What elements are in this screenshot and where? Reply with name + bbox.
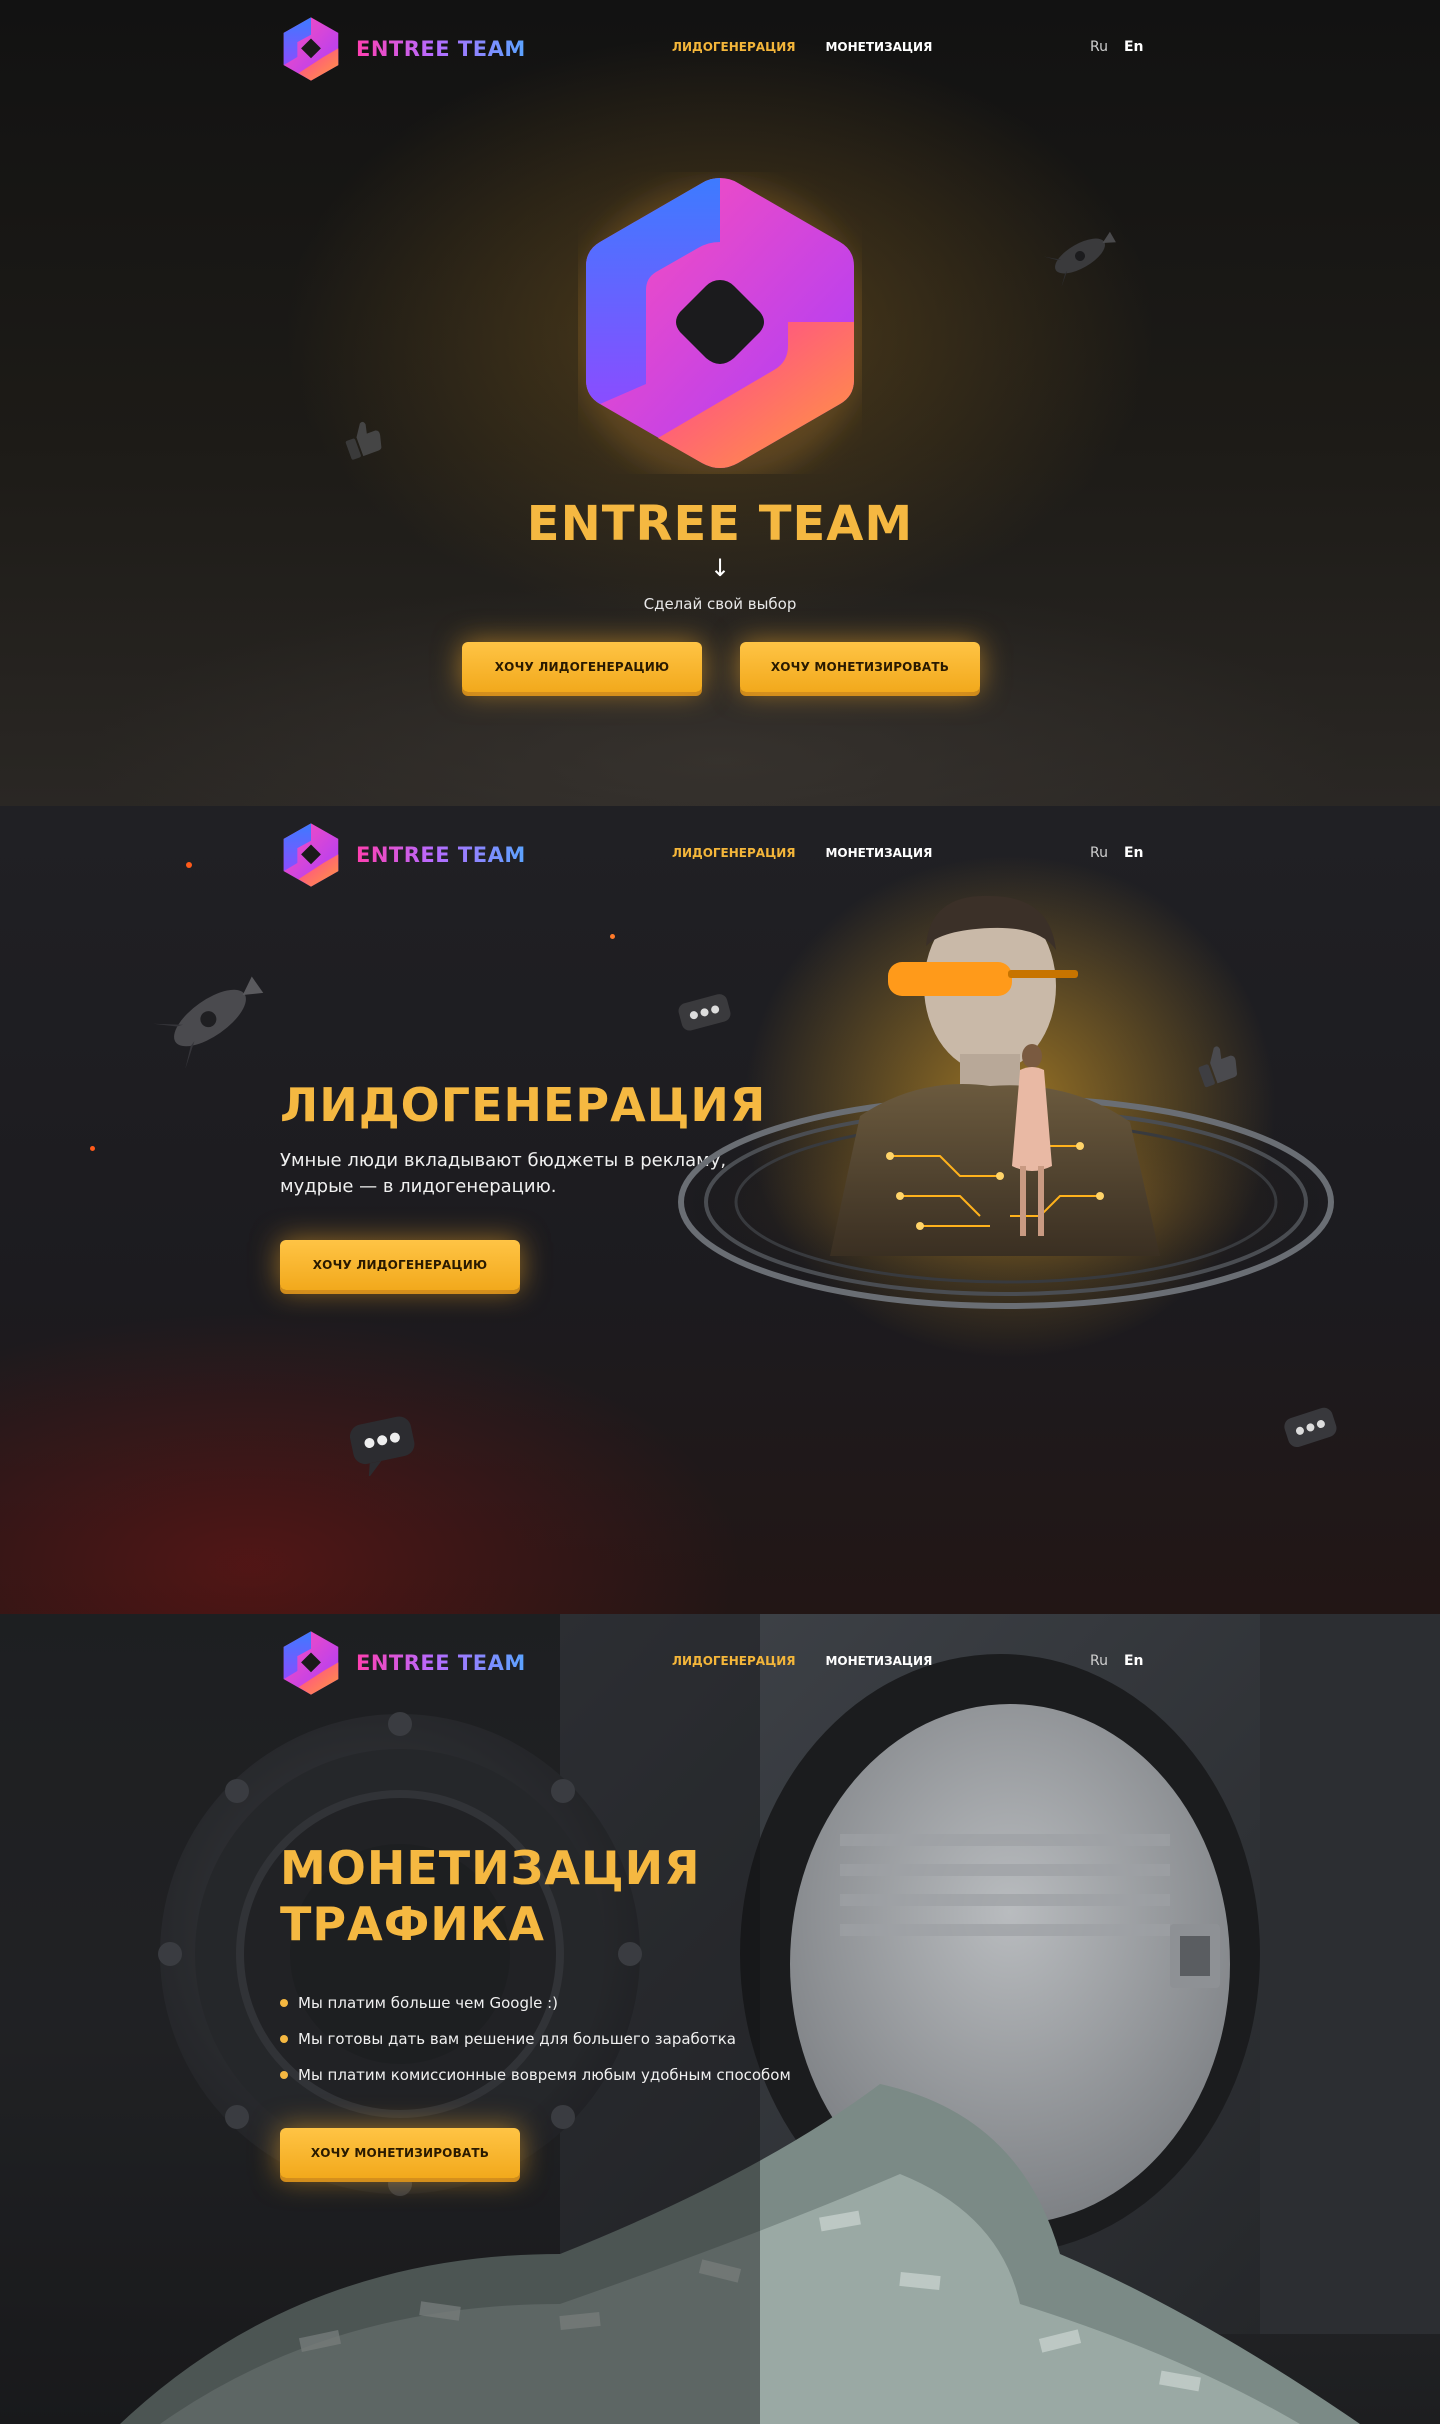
hexagon-logo-icon: [283, 17, 339, 81]
lang-en[interactable]: En: [1124, 1653, 1144, 1669]
brand[interactable]: ENTREE TEAM: [280, 822, 526, 888]
hexagon-logo-icon: [283, 823, 339, 887]
list-item: Мы готовы дать вам решение для большего …: [280, 2028, 791, 2064]
brand-name: ENTREE TEAM: [356, 1651, 526, 1675]
like-icon: [336, 416, 386, 466]
lang-ru[interactable]: Ru: [1090, 39, 1108, 55]
hero-subtitle: Сделай свой выбор: [643, 595, 797, 613]
lang-ru[interactable]: Ru: [1090, 1653, 1108, 1669]
main-nav: ЛИДОГЕНЕРАЦИЯ МОНЕТИЗАЦИЯ: [672, 40, 932, 54]
hero-logo-image: [578, 178, 862, 474]
language-switcher: Ru En: [1090, 39, 1144, 55]
monetization-title: МОНЕТИЗАЦИЯ ТРАФИКА: [280, 1841, 701, 1951]
monetize-cta-button[interactable]: ХОЧУ МОНЕТИЗИРОВАТЬ: [280, 2128, 520, 2178]
language-switcher: Ru En: [1090, 845, 1144, 861]
arrow-down-icon: ↓: [709, 554, 731, 582]
lang-en[interactable]: En: [1124, 39, 1144, 55]
chat-bubble-icon: [1282, 1404, 1342, 1454]
rocket-icon: [1040, 226, 1120, 288]
lang-ru[interactable]: Ru: [1090, 845, 1108, 861]
list-item: Мы платим больше чем Google :): [280, 1992, 791, 2028]
chat-bubble-icon: [346, 1412, 422, 1478]
nav-link-leadgen[interactable]: ЛИДОГЕНЕРАЦИЯ: [672, 40, 795, 54]
spark-decoration: [186, 862, 192, 868]
list-item: Мы платим комиссионные вовремя любым удо…: [280, 2064, 791, 2100]
hero-title: ENTREE TEAM: [526, 496, 914, 552]
spark-decoration: [90, 1146, 95, 1151]
leadgen-button[interactable]: ХОЧУ ЛИДОГЕНЕРАЦИЮ: [462, 642, 702, 692]
brand[interactable]: ENTREE TEAM: [280, 1630, 526, 1696]
chat-bubble-icon: [676, 992, 736, 1036]
brand-name: ENTREE TEAM: [356, 37, 526, 61]
nav-link-leadgen[interactable]: ЛИДОГЕНЕРАЦИЯ: [672, 846, 795, 860]
site-header: ENTREE TEAM ЛИДОГЕНЕРАЦИЯ МОНЕТИЗАЦИЯ Ru…: [0, 0, 1440, 100]
leadgen-cta-button[interactable]: ХОЧУ ЛИДОГЕНЕРАЦИЮ: [280, 1240, 520, 1290]
nav-link-leadgen[interactable]: ЛИДОГЕНЕРАЦИЯ: [672, 1654, 795, 1668]
monetization-bullets: Мы платим больше чем Google :) Мы готовы…: [280, 1992, 791, 2100]
hexagon-logo-icon: [283, 1631, 339, 1695]
nav-link-monetization[interactable]: МОНЕТИЗАЦИЯ: [825, 846, 932, 860]
lang-en[interactable]: En: [1124, 845, 1144, 861]
spark-decoration: [610, 934, 615, 939]
main-nav: ЛИДОГЕНЕРАЦИЯ МОНЕТИЗАЦИЯ: [672, 1654, 932, 1668]
hero-section: ENTREE TEAM ЛИДОГЕНЕРАЦИЯ МОНЕТИЗАЦИЯ Ru…: [0, 0, 1440, 806]
brand[interactable]: ENTREE TEAM: [280, 16, 526, 82]
site-header: ENTREE TEAM ЛИДОГЕНЕРАЦИЯ МОНЕТИЗАЦИЯ Ru…: [0, 1614, 1440, 1714]
leadgen-section: ENTREE TEAM ЛИДОГЕНЕРАЦИЯ МОНЕТИЗАЦИЯ Ru…: [0, 806, 1440, 1614]
monetization-section: ENTREE TEAM ЛИДОГЕНЕРАЦИЯ МОНЕТИЗАЦИЯ Ru…: [0, 1614, 1440, 2424]
language-switcher: Ru En: [1090, 1653, 1144, 1669]
monetize-button[interactable]: ХОЧУ МОНЕТИЗИРОВАТЬ: [740, 642, 980, 692]
brand-name: ENTREE TEAM: [356, 843, 526, 867]
main-nav: ЛИДОГЕНЕРАЦИЯ МОНЕТИЗАЦИЯ: [672, 846, 932, 860]
like-icon: [1188, 1040, 1242, 1094]
nav-link-monetization[interactable]: МОНЕТИЗАЦИЯ: [825, 40, 932, 54]
nav-link-monetization[interactable]: МОНЕТИЗАЦИЯ: [825, 1654, 932, 1668]
rocket-icon: [150, 968, 270, 1070]
